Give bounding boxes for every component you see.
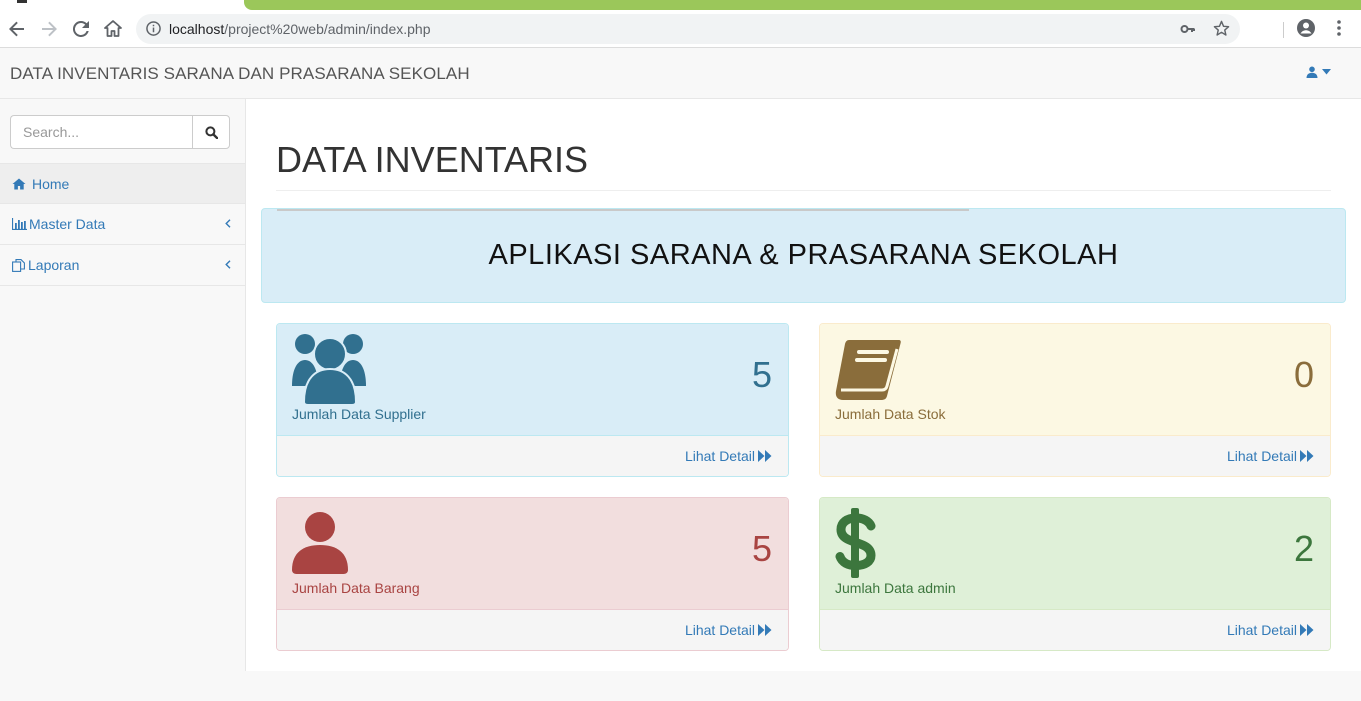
panel-heading: 5 Jumlah Data Barang [277, 498, 788, 610]
search-icon [204, 125, 218, 139]
sidebar-item-label: Laporan [28, 257, 80, 273]
url-host: localhost [169, 21, 225, 37]
sidebar-item-label: Master Data [29, 216, 106, 232]
view-detail-link[interactable]: Lihat Detail [685, 448, 772, 464]
search-input[interactable] [10, 115, 192, 149]
menu-kebab-icon[interactable] [1332, 18, 1346, 43]
forward-button[interactable] [36, 16, 62, 42]
arrow-left-icon [9, 21, 24, 37]
key-icon[interactable] [1180, 21, 1196, 42]
site-info-icon[interactable] [146, 21, 161, 41]
panel-footer: Lihat Detail [277, 436, 788, 476]
page-bottom [0, 671, 1361, 701]
panel-supplier: 5 Jumlah Data Supplier Lihat Detail [276, 323, 789, 477]
double-chevron-right-icon [1300, 450, 1314, 462]
chevron-left-icon [225, 216, 231, 231]
view-detail-link[interactable]: Lihat Detail [1227, 622, 1314, 638]
view-detail-link[interactable]: Lihat Detail [685, 622, 772, 638]
panel-count: 5 [751, 528, 772, 569]
caret-down-icon [1322, 69, 1331, 75]
panel-count: 5 [751, 354, 772, 395]
panel-count: 0 [1293, 354, 1314, 395]
browser-tabstrip [0, 0, 1361, 10]
panel-footer: Lihat Detail [820, 436, 1330, 476]
user-icon [292, 512, 348, 579]
arrow-right-icon [42, 21, 57, 37]
reload-icon [73, 21, 89, 37]
panel-stok: 0 Jumlah Data Stok Lihat Detail [819, 323, 1331, 477]
url-path: /project%20web/admin/index.php [224, 21, 431, 37]
bar-chart-icon [12, 218, 27, 230]
page-wrapper: DATA INVENTARIS APLIKASI SARANA & PRASAR… [246, 99, 1361, 671]
panel-barang: 5 Jumlah Data Barang Lihat Detail [276, 497, 789, 651]
sidebar-item-home[interactable]: Home [0, 163, 245, 204]
house-icon [104, 20, 122, 37]
double-chevron-right-icon [758, 624, 772, 636]
back-button[interactable] [4, 16, 30, 42]
sidebar-item-label: Home [32, 175, 70, 192]
browser-tab[interactable] [0, 0, 244, 10]
detail-link-label: Lihat Detail [684, 448, 755, 464]
page-title: DATA INVENTARIS [276, 139, 589, 180]
files-icon [12, 258, 26, 272]
detail-link-label: Lihat Detail [1226, 622, 1297, 638]
tab-favicon [17, 0, 27, 3]
search-button[interactable] [192, 115, 230, 149]
double-chevron-right-icon [1300, 624, 1314, 636]
book-icon [835, 338, 901, 407]
url-text[interactable]: localhost/project%20web/admin/index.php [169, 21, 431, 37]
tabstrip-background [244, 0, 1361, 10]
panel-count: 2 [1293, 528, 1314, 569]
dollar-icon [835, 508, 877, 583]
sidebar: Home Master Data Laporan [0, 99, 246, 671]
view-detail-link[interactable]: Lihat Detail [1227, 448, 1314, 464]
sidebar-item-master-data[interactable]: Master Data [0, 204, 245, 245]
home-icon [12, 178, 26, 190]
panel-footer: Lihat Detail [277, 610, 788, 650]
home-button[interactable] [100, 16, 126, 42]
banner-title: APLIKASI SARANA & PRASARANA SEKOLAH [488, 239, 1119, 271]
sidebar-search [10, 115, 230, 149]
page-header: DATA INVENTARIS [276, 139, 1331, 191]
double-chevron-right-icon [758, 450, 772, 462]
panel-heading: 5 Jumlah Data Supplier [277, 324, 788, 436]
panel-label: Jumlah Data Stok [835, 406, 946, 422]
users-icon [292, 332, 368, 409]
panel-label: Jumlah Data Supplier [292, 406, 426, 422]
toolbar-divider [1283, 22, 1284, 38]
banner-shadow [277, 209, 969, 211]
top-navbar: DATA INVENTARIS SARANA DAN PRASARANA SEK… [0, 49, 1361, 99]
panel-heading: 0 Jumlah Data Stok [820, 324, 1330, 436]
banner: APLIKASI SARANA & PRASARANA SEKOLAH [261, 208, 1346, 303]
reload-button[interactable] [68, 16, 94, 42]
user-icon [1306, 66, 1318, 78]
panel-heading: 2 Jumlah Data admin [820, 498, 1330, 610]
sidebar-item-laporan[interactable]: Laporan [0, 245, 245, 286]
account-icon[interactable] [1296, 18, 1316, 43]
sidebar-menu: Home Master Data Laporan [0, 163, 245, 286]
address-bar[interactable]: localhost/project%20web/admin/index.php [136, 14, 1240, 44]
panel-footer: Lihat Detail [820, 610, 1330, 650]
user-dropdown-toggle[interactable] [1306, 66, 1331, 78]
detail-link-label: Lihat Detail [684, 622, 755, 638]
panel-label: Jumlah Data admin [835, 580, 956, 596]
chevron-left-icon [225, 257, 231, 272]
browser-toolbar: localhost/project%20web/admin/index.php [0, 10, 1361, 48]
navbar-brand[interactable]: DATA INVENTARIS SARANA DAN PRASARANA SEK… [10, 64, 470, 84]
detail-link-label: Lihat Detail [1226, 448, 1297, 464]
panel-admin: 2 Jumlah Data admin Lihat Detail [819, 497, 1331, 651]
panel-label: Jumlah Data Barang [292, 580, 420, 596]
bookmark-star-icon[interactable] [1213, 20, 1230, 42]
